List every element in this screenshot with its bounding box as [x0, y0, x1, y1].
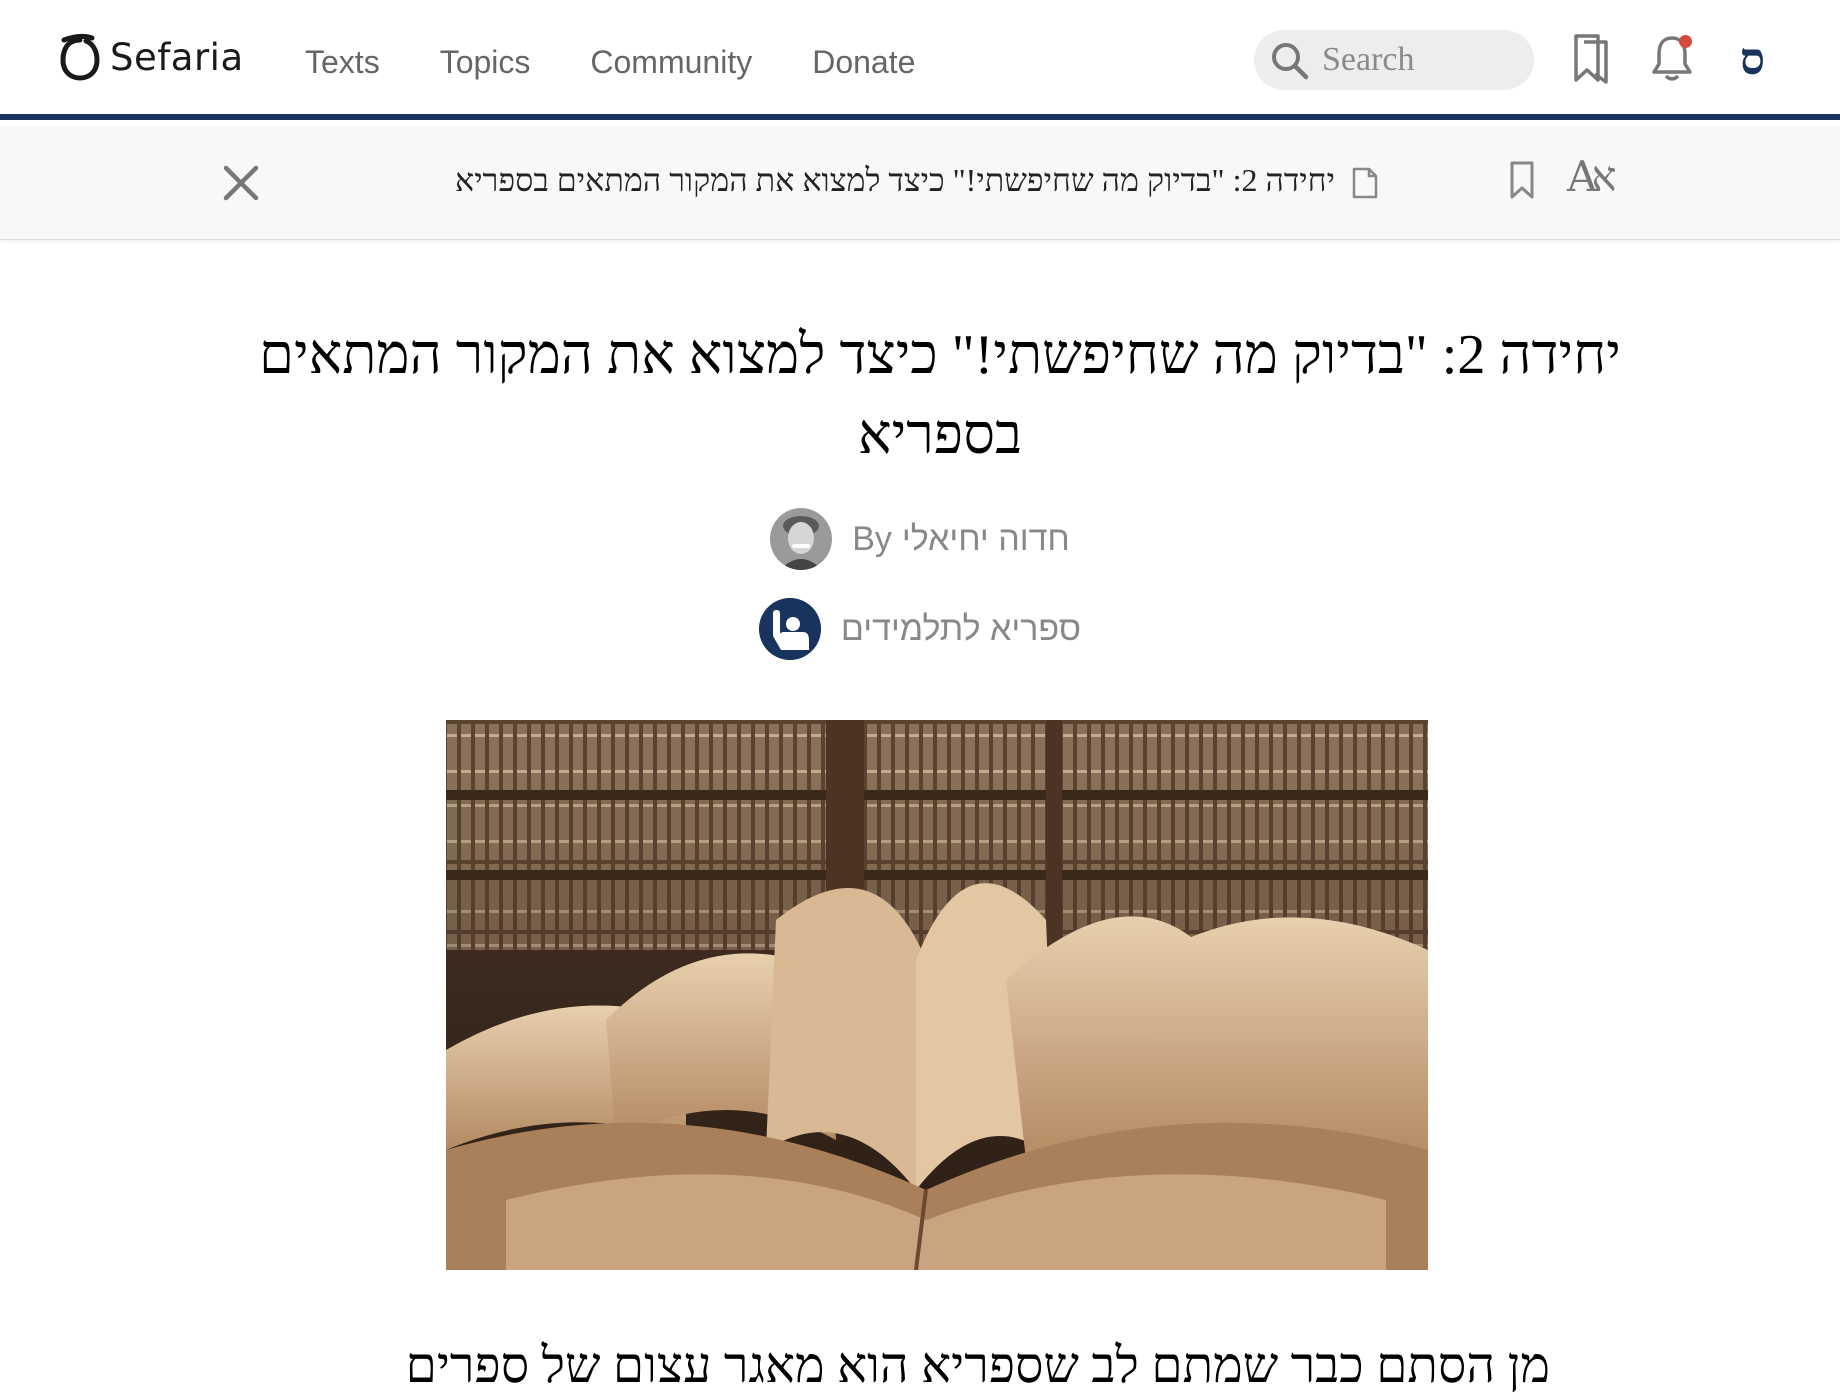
main-nav: Texts Topics Community Donate [305, 44, 975, 81]
sheet-title: יחידה 2: "בדיוק מה שחיפשתי!" כיצד למצוא … [259, 324, 1621, 466]
search-icon [1272, 43, 1309, 80]
sheet-body-text: מן הסתם כבר שמתם לב שספריא הוא מאגר עצום… [405, 1337, 1550, 1393]
bookmark-icon[interactable] [1508, 159, 1536, 201]
search-input[interactable] [1320, 40, 1524, 80]
notification-dot [1679, 35, 1692, 48]
nav-donate[interactable]: Donate [812, 44, 915, 81]
hero-image-books [446, 720, 1428, 1270]
document-icon [1352, 167, 1378, 199]
student-hand-raised-icon [758, 598, 821, 660]
author-byline: By חדוה יחיאלי [852, 520, 1070, 559]
notifications-button[interactable] [1650, 32, 1694, 84]
nav-community[interactable]: Community [590, 44, 752, 81]
author-name-link[interactable]: חדוה יחיאלי [902, 520, 1070, 558]
collection-logo[interactable] [758, 598, 821, 660]
sefaria-logo-icon [60, 33, 100, 81]
toolbar-sheet-title: יחידה 2: "בדיוק מה שחיפשתי!" כיצד למצוא … [455, 162, 1335, 198]
open-books-library-image [446, 720, 1428, 1270]
search-box[interactable] [1254, 30, 1534, 90]
collection-row: ספריא לתלמידים [0, 598, 1840, 660]
nav-topics[interactable]: Topics [440, 44, 531, 81]
avatar-image [770, 508, 833, 570]
top-header: Sefaria Texts Topics Community Donate ס [0, 0, 1840, 120]
collection-name-link[interactable]: ספריא לתלמידים [841, 610, 1081, 649]
close-icon[interactable] [220, 162, 262, 204]
author-row: By חדוה יחיאלי [0, 508, 1840, 570]
sheet-toolbar: יחידה 2: "בדיוק מה שחיפשתי!" כיצד למצוא … [0, 126, 1840, 240]
by-label: By [852, 519, 892, 558]
font-language-toggle[interactable]: Aא [1567, 152, 1617, 202]
nav-texts[interactable]: Texts [305, 44, 380, 81]
bookmarks-icon[interactable] [1572, 32, 1612, 84]
brand-name: Sefaria [110, 35, 244, 79]
sefaria-logo[interactable]: Sefaria [60, 32, 244, 82]
language-toggle[interactable]: ס [1740, 34, 1765, 85]
author-avatar[interactable] [770, 508, 833, 570]
